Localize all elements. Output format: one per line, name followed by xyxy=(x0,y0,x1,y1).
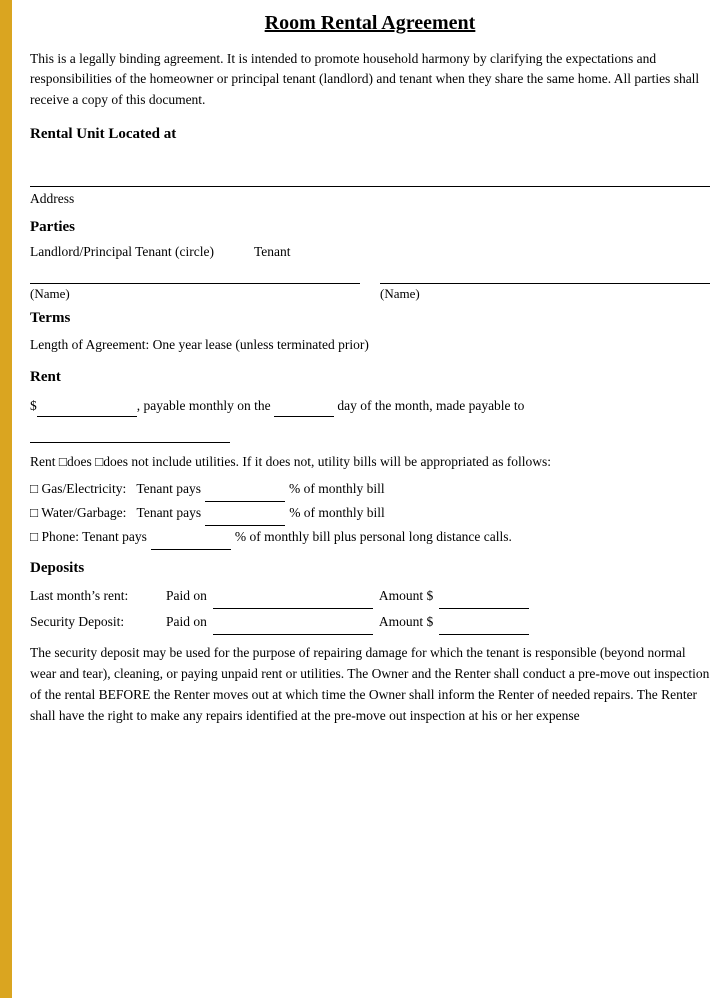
last-months-paid-date-field[interactable] xyxy=(213,585,373,609)
security-amount-field[interactable] xyxy=(439,611,529,635)
landlord-name-label: (Name) xyxy=(30,286,360,302)
last-months-amount-label: Amount $ xyxy=(379,585,433,608)
landlord-name-field: (Name) xyxy=(30,264,360,302)
deposits-content: Last month’s rent: Paid on Amount $ Secu… xyxy=(30,585,710,635)
terms-heading: Terms xyxy=(30,310,710,327)
payable-monthly-text: , payable monthly on the xyxy=(137,398,271,413)
tenant-role-label: Tenant xyxy=(254,244,291,260)
rent-line1: $ , payable monthly on the day of the mo… xyxy=(30,394,710,417)
water-garbage-row: □ Water/Garbage: Tenant pays % of monthl… xyxy=(30,502,710,526)
tenant-name-label: (Name) xyxy=(380,286,710,302)
security-deposit-text: The security deposit may be used for the… xyxy=(30,643,710,727)
phone-row: □ Phone: Tenant pays % of monthly bill p… xyxy=(30,526,710,550)
address-input-line[interactable] xyxy=(30,167,710,187)
rent-amount-field[interactable] xyxy=(37,394,137,417)
rent-section: Rent $ , payable monthly on the day of t… xyxy=(30,369,710,550)
water-suffix: % of monthly bill xyxy=(289,502,385,525)
rent-heading: Rent xyxy=(30,369,710,386)
gas-percent-field[interactable] xyxy=(205,478,285,502)
terms-section: Terms Length of Agreement: One year leas… xyxy=(30,310,710,355)
last-months-amount-field[interactable] xyxy=(439,585,529,609)
last-months-paid-on: Paid on xyxy=(166,585,207,608)
water-label: □ Water/Garbage: Tenant pays xyxy=(30,502,201,525)
tenant-name-line[interactable] xyxy=(380,264,710,284)
security-amount-label: Amount $ xyxy=(379,611,433,634)
day-of-month-text: day of the month, made payable to xyxy=(337,398,524,413)
address-label: Address xyxy=(30,191,710,207)
landlord-name-line[interactable] xyxy=(30,264,360,284)
deposits-section: Deposits Last month’s rent: Paid on Amou… xyxy=(30,560,710,727)
payable-to-line[interactable] xyxy=(30,425,230,443)
security-deposit-label: Security Deposit: xyxy=(30,611,160,634)
water-percent-field[interactable] xyxy=(205,502,285,526)
landlord-label: Landlord/Principal Tenant (circle) xyxy=(30,244,214,260)
gas-label: □ Gas/Electricity: Tenant pays xyxy=(30,478,201,501)
utilities-text: Rent □does □does not include utilities. … xyxy=(30,451,710,473)
intro-paragraph: This is a legally binding agreement. It … xyxy=(30,49,710,110)
rental-unit-section: Rental Unit Located at Address xyxy=(30,126,710,207)
parties-role-row: Landlord/Principal Tenant (circle) Tenan… xyxy=(30,244,710,260)
last-months-rent-row: Last month’s rent: Paid on Amount $ xyxy=(30,585,710,609)
rental-unit-heading: Rental Unit Located at xyxy=(30,126,710,143)
deposits-heading: Deposits xyxy=(30,560,710,577)
phone-percent-field[interactable] xyxy=(151,526,231,550)
phone-suffix: % of monthly bill plus personal long dis… xyxy=(235,526,512,549)
parties-heading: Parties xyxy=(30,219,710,236)
gas-suffix: % of monthly bill xyxy=(289,478,385,501)
security-deposit-row: Security Deposit: Paid on Amount $ xyxy=(30,611,710,635)
last-months-label: Last month’s rent: xyxy=(30,585,160,608)
terms-text: Length of Agreement: One year lease (unl… xyxy=(30,335,710,355)
phone-label: □ Phone: Tenant pays xyxy=(30,526,147,549)
document-title: Room Rental Agreement xyxy=(30,12,710,35)
dollar-sign: $ xyxy=(30,398,37,413)
parties-name-fields: (Name) (Name) xyxy=(30,264,710,302)
day-field[interactable] xyxy=(274,394,334,417)
yellow-accent-bar xyxy=(0,0,12,998)
security-paid-on: Paid on xyxy=(166,611,207,634)
gas-electricity-row: □ Gas/Electricity: Tenant pays % of mont… xyxy=(30,478,710,502)
document-content: Room Rental Agreement This is a legally … xyxy=(12,0,728,998)
page: Room Rental Agreement This is a legally … xyxy=(0,0,728,998)
parties-section: Parties Landlord/Principal Tenant (circl… xyxy=(30,219,710,302)
tenant-name-field: (Name) xyxy=(380,264,710,302)
security-paid-date-field[interactable] xyxy=(213,611,373,635)
